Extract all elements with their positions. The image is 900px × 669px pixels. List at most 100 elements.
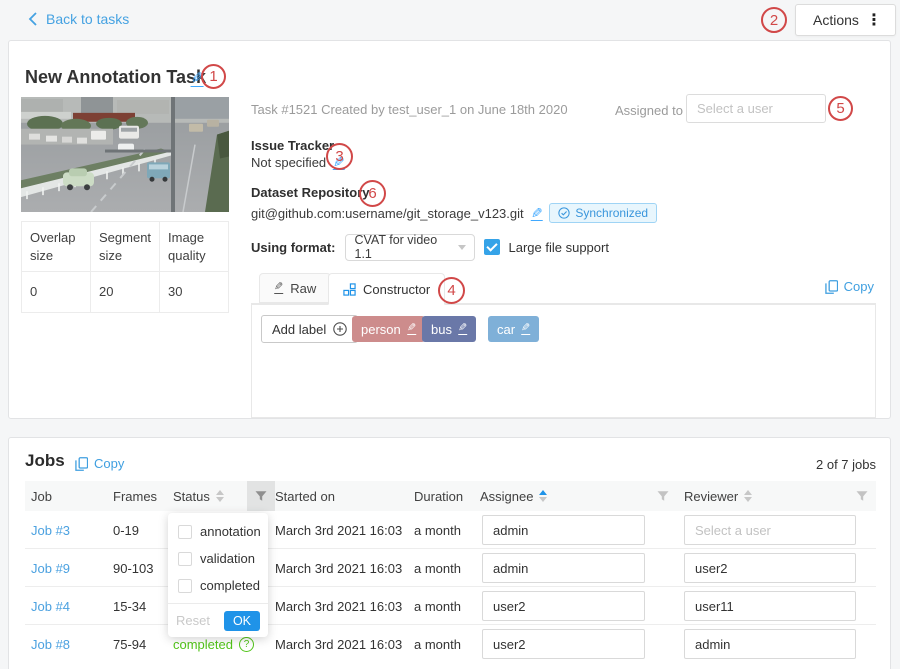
- actions-button[interactable]: Actions ⋮: [795, 4, 896, 36]
- chevron-left-icon: [28, 12, 37, 26]
- job-link[interactable]: Job #3: [31, 523, 70, 538]
- column-duration: Duration: [414, 481, 463, 511]
- checkbox-unchecked[interactable]: [178, 579, 192, 593]
- annotation-marker-6: 6: [359, 180, 386, 207]
- task-preview-image: [21, 97, 229, 212]
- param-value-quality: 30: [160, 272, 229, 313]
- filter-option-annotation[interactable]: annotation: [168, 518, 268, 545]
- checkbox-unchecked[interactable]: [178, 525, 192, 539]
- copy-icon: [825, 280, 838, 294]
- param-header-quality: Image quality: [160, 222, 229, 272]
- column-frames: Frames: [113, 481, 157, 511]
- status-filter-dropdown: annotation validation completed Reset OK: [168, 513, 268, 637]
- annotation-marker-2: 2: [761, 7, 787, 33]
- large-file-support-checkbox[interactable]: [484, 239, 500, 255]
- reviewer-input[interactable]: [684, 591, 856, 621]
- job-link[interactable]: Job #9: [31, 561, 70, 576]
- label-chip-person[interactable]: person ✎: [352, 316, 425, 342]
- column-assignee[interactable]: Assignee: [480, 481, 547, 511]
- assignee-input[interactable]: [482, 553, 645, 583]
- column-reviewer[interactable]: Reviewer: [684, 481, 752, 511]
- tab-constructor-label: Constructor: [363, 282, 430, 297]
- format-select-value: CVAT for video 1.1: [355, 233, 458, 261]
- funnel-icon: [856, 490, 868, 502]
- filter-ok-button[interactable]: OK: [224, 611, 260, 631]
- assignee-input[interactable]: [482, 629, 645, 659]
- reviewer-filter-icon[interactable]: [848, 481, 876, 511]
- reviewer-input[interactable]: [684, 629, 856, 659]
- task-meta: Task #1521 Created by test_user_1 on Jun…: [251, 102, 568, 117]
- column-started-on: Started on: [275, 481, 335, 511]
- started-cell: March 3rd 2021 16:03: [275, 625, 402, 663]
- task-assignee-select[interactable]: [686, 94, 826, 123]
- label-name: person: [361, 322, 401, 337]
- edit-repository-icon[interactable]: ✎: [531, 206, 543, 221]
- copy-labels-link[interactable]: Copy: [825, 279, 874, 294]
- add-label-button[interactable]: Add label: [261, 315, 358, 343]
- frames-cell: 90-103: [113, 549, 153, 587]
- sort-icon-active-asc[interactable]: [539, 490, 547, 502]
- filter-option-completed[interactable]: completed: [168, 572, 268, 599]
- copy-jobs-link[interactable]: Copy: [75, 456, 888, 471]
- filter-option-label: validation: [200, 551, 255, 566]
- reviewer-input[interactable]: [684, 515, 856, 545]
- annotation-marker-1: 1: [201, 64, 226, 89]
- large-file-support-label: Large file support: [509, 240, 609, 255]
- actions-label: Actions: [813, 12, 859, 28]
- job-row-3: Job #3 0-19 March 3rd 2021 16:03 a month: [25, 511, 876, 549]
- param-value-overlap: 0: [22, 272, 91, 313]
- plus-circle-icon: [333, 322, 347, 336]
- assignee-input[interactable]: [482, 515, 645, 545]
- sort-icon[interactable]: [216, 490, 224, 502]
- repository-url: git@github.com:username/git_storage_v123…: [251, 206, 524, 221]
- job-row-8: Job #8 75-94 completed ? March 3rd 2021 …: [25, 625, 876, 663]
- assigned-to-label: Assigned to: [615, 103, 683, 118]
- tab-constructor[interactable]: Constructor: [328, 273, 445, 305]
- sort-icon[interactable]: [744, 490, 752, 502]
- assignee-input[interactable]: [482, 591, 645, 621]
- frames-cell: 0-19: [113, 511, 139, 549]
- job-link[interactable]: Job #8: [31, 637, 70, 652]
- filter-option-validation[interactable]: validation: [168, 545, 268, 572]
- job-row-9: Job #9 90-103 March 3rd 2021 16:03 a mon…: [25, 549, 876, 587]
- job-row-4: Job #4 15-34 March 3rd 2021 16:03 a mont…: [25, 587, 876, 625]
- started-cell: March 3rd 2021 16:03: [275, 511, 402, 549]
- label-chip-bus[interactable]: bus ✎: [422, 316, 476, 342]
- sync-status-text: Synchronized: [575, 206, 648, 220]
- task-title: New Annotation Task: [25, 67, 206, 88]
- status-filter-icon[interactable]: [247, 481, 275, 511]
- tab-raw[interactable]: ✎ Raw: [259, 273, 331, 303]
- sync-status-badge: Synchronized: [549, 203, 657, 223]
- jobs-table-header: Job Frames Status Started on Duration As…: [25, 481, 876, 511]
- param-header-overlap: Overlap size: [22, 222, 91, 272]
- format-select[interactable]: CVAT for video 1.1: [345, 234, 475, 261]
- back-to-tasks-link[interactable]: Back to tasks: [28, 11, 129, 27]
- column-status[interactable]: Status: [173, 481, 224, 511]
- chevron-down-icon: [458, 245, 466, 250]
- params-value-row: 0 20 30: [22, 272, 229, 313]
- checkbox-unchecked[interactable]: [178, 552, 192, 566]
- cvat-task-page: Back to tasks Actions ⋮ New Annotation T…: [0, 0, 900, 669]
- task-parameters-table: Overlap size Segment size Image quality …: [21, 221, 229, 313]
- funnel-icon: [657, 490, 669, 502]
- back-link-label: Back to tasks: [46, 11, 129, 27]
- edit-label-icon[interactable]: ✎: [407, 323, 416, 335]
- column-assignee-label: Assignee: [480, 489, 533, 504]
- duration-cell: a month: [414, 587, 461, 625]
- filter-reset-button[interactable]: Reset: [176, 613, 210, 628]
- jobs-card: Jobs Copy 2 of 7 jobs Job Frames Status …: [8, 437, 891, 669]
- filter-option-label: completed: [200, 578, 260, 593]
- copy-icon: [75, 457, 88, 471]
- copy-jobs-label: Copy: [94, 456, 124, 471]
- annotation-marker-5: 5: [828, 96, 853, 121]
- edit-label-icon[interactable]: ✎: [521, 323, 530, 335]
- build-blocks-icon: [343, 283, 356, 296]
- assignee-filter-icon[interactable]: [649, 481, 677, 511]
- check-circle-icon: [558, 207, 570, 219]
- edit-label-icon[interactable]: ✎: [458, 323, 467, 335]
- params-header-row: Overlap size Segment size Image quality: [22, 222, 229, 272]
- job-link[interactable]: Job #4: [31, 599, 70, 614]
- label-chip-car[interactable]: car ✎: [488, 316, 539, 342]
- column-reviewer-label: Reviewer: [684, 489, 738, 504]
- reviewer-input[interactable]: [684, 553, 856, 583]
